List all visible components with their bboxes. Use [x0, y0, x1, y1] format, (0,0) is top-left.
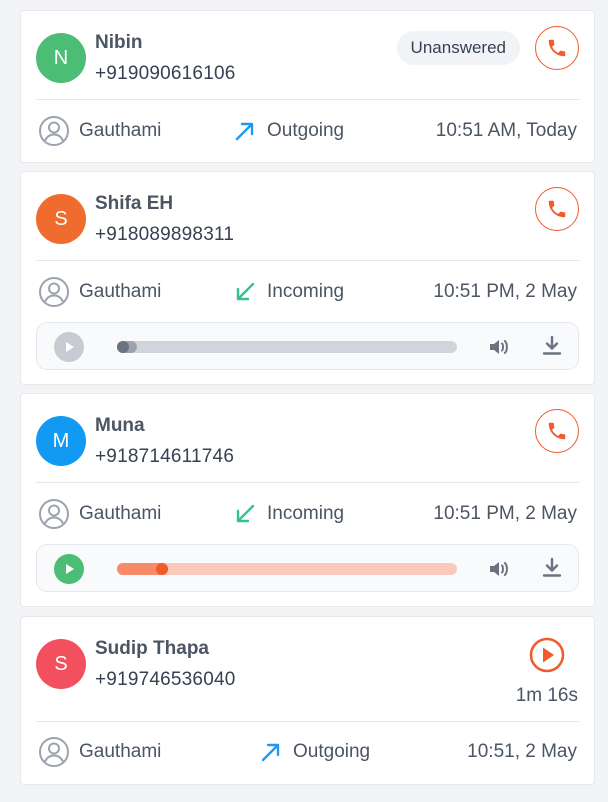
status-badge: Unanswered [396, 31, 520, 65]
divider [36, 260, 579, 261]
progress-track[interactable] [117, 341, 457, 353]
avatar: S [36, 639, 86, 689]
call-card: S Sudip Thapa +919746536040 1m 16s Gauth… [20, 616, 595, 785]
direction-label: Incoming [267, 503, 345, 524]
agent-name: Gauthami [79, 281, 162, 302]
call-button[interactable] [535, 187, 579, 231]
phone-icon [548, 39, 566, 57]
call-direction: Outgoing [260, 736, 370, 768]
phone-icon [548, 200, 566, 218]
arrow-up-right-icon [235, 122, 254, 141]
call-duration: 1m 16s [515, 685, 578, 706]
call-direction: Incoming [234, 498, 344, 530]
contact-phone: +919746536040 [95, 669, 236, 690]
recording-player [36, 322, 579, 370]
divider [36, 99, 579, 100]
contact-phone: +918089898311 [95, 224, 235, 245]
call-meta: Gauthami Outgoing 10:51, 2 May [38, 736, 577, 768]
user-circle-icon [39, 499, 69, 529]
call-card: S Shifa EH +918089898311 Gauthami Incomi… [20, 171, 595, 385]
call-time: 10:51 AM, Today [435, 120, 577, 141]
divider [36, 482, 579, 483]
play-button[interactable] [54, 332, 84, 362]
volume-icon[interactable] [487, 557, 511, 581]
progress-thumb[interactable] [117, 341, 129, 353]
call-direction: Outgoing [234, 115, 344, 147]
contact-phone: +919090616106 [95, 63, 236, 84]
contact-name: Shifa EH [95, 193, 174, 214]
phone-icon [548, 422, 566, 440]
direction-label: Outgoing [293, 741, 371, 762]
user-circle-icon [39, 737, 69, 767]
volume-icon[interactable] [487, 335, 511, 359]
call-time: 10:51 PM, 2 May [433, 281, 577, 302]
call-meta: Gauthami Incoming 10:51 PM, 2 May [38, 498, 577, 530]
call-meta: Gauthami Incoming 10:51 PM, 2 May [38, 276, 577, 308]
contact-phone: +918714611746 [95, 446, 235, 467]
direction-label: Outgoing [267, 120, 345, 141]
arrow-up-right-icon [261, 743, 280, 762]
progress-thumb[interactable] [156, 563, 168, 575]
play-recording-button[interactable] [528, 636, 566, 674]
agent-name: Gauthami [79, 503, 162, 524]
call-card: N Nibin +919090616106 Unanswered Gautham… [20, 10, 595, 163]
arrow-down-left-icon [236, 504, 255, 523]
call-button[interactable] [535, 26, 579, 70]
call-time: 10:51, 2 May [467, 741, 577, 762]
call-meta: Gauthami Outgoing 10:51 AM, Today [38, 115, 577, 147]
recording-player [36, 544, 579, 592]
avatar: N [36, 33, 86, 83]
download-icon[interactable] [540, 556, 564, 580]
agent-name: Gauthami [79, 741, 162, 762]
avatar: M [36, 416, 86, 466]
contact-name: Sudip Thapa [95, 638, 209, 659]
play-button[interactable] [54, 554, 84, 584]
call-direction: Incoming [234, 276, 344, 308]
divider [36, 721, 579, 722]
call-time: 10:51 PM, 2 May [433, 503, 577, 524]
arrow-down-left-icon [236, 282, 255, 301]
contact-name: Nibin [95, 32, 143, 53]
call-card: M Muna +918714611746 Gauthami Incoming 1… [20, 393, 595, 607]
progress-track[interactable] [117, 563, 457, 575]
contact-name: Muna [95, 415, 145, 436]
avatar: S [36, 194, 86, 244]
agent-name: Gauthami [79, 120, 162, 141]
user-circle-icon [39, 277, 69, 307]
play-icon [66, 564, 74, 574]
download-icon[interactable] [540, 334, 564, 358]
call-button[interactable] [535, 409, 579, 453]
play-icon [66, 342, 74, 352]
user-circle-icon [39, 116, 69, 146]
direction-label: Incoming [267, 281, 345, 302]
